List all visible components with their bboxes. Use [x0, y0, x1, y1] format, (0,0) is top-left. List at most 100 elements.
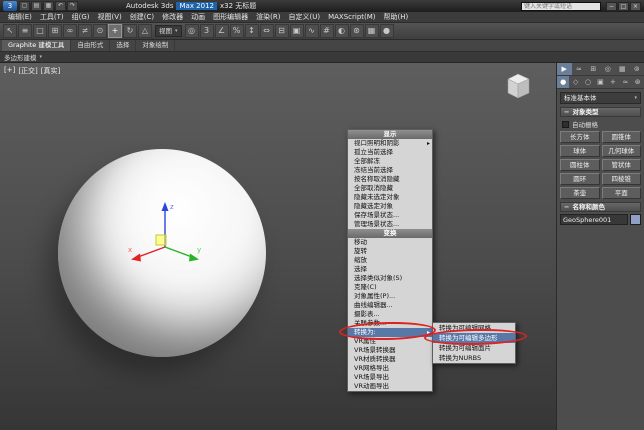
ribbon-tab[interactable]: Graphite 建模工具 [2, 40, 71, 51]
infocenter-search-input[interactable] [521, 2, 601, 11]
select-object-icon[interactable]: ↖ [3, 24, 17, 38]
primitive-button[interactable]: 圆环 [560, 173, 600, 185]
shapes-category-icon[interactable]: ◇ [569, 76, 581, 88]
cameras-category-icon[interactable]: ▣ [594, 76, 606, 88]
hierarchy-tab-icon[interactable]: ⊞ [586, 63, 601, 75]
percent-snap-icon[interactable]: % [230, 24, 244, 38]
context-menu-item[interactable]: 显示 [348, 130, 432, 139]
viewcube[interactable] [501, 70, 535, 104]
mirror-icon[interactable]: ⇔ [260, 24, 274, 38]
use-center-icon[interactable]: ◎ [185, 24, 199, 38]
select-and-move-icon[interactable]: + [108, 24, 122, 38]
context-menu-item[interactable]: 全部解冻 [348, 157, 432, 166]
minimize-button[interactable]: − [606, 2, 617, 11]
convert-to-submenu-item[interactable]: 转换为可编辑面片 [433, 343, 515, 353]
context-menu-item[interactable]: 曲线编辑器... [348, 301, 432, 310]
primitive-button[interactable]: 圆锥体 [602, 131, 642, 143]
primitive-button[interactable]: 管状体 [602, 159, 642, 171]
context-menu-item[interactable]: 冻结当前选择 [348, 166, 432, 175]
bind-to-space-warp-icon[interactable]: ⊙ [93, 24, 107, 38]
primitive-button[interactable]: 长方体 [560, 131, 600, 143]
menu-item[interactable]: 视图(V) [94, 12, 126, 23]
context-menu-item[interactable]: VR场景转换器 [348, 346, 432, 355]
primitive-button[interactable]: 圆柱体 [560, 159, 600, 171]
context-menu-item[interactable]: VR材质转换器 [348, 355, 432, 364]
context-menu-item[interactable]: 全部取消隐藏 [348, 184, 432, 193]
select-and-scale-icon[interactable]: △ [138, 24, 152, 38]
display-tab-icon[interactable]: ▦ [615, 63, 630, 75]
context-menu-item[interactable]: 摄影表... [348, 310, 432, 319]
context-menu-item[interactable]: VR属性 [348, 337, 432, 346]
autogrid-checkbox[interactable] [562, 121, 569, 128]
snap-toggle-icon[interactable]: 3 [200, 24, 214, 38]
utilities-tab-icon[interactable]: ⊚ [630, 63, 644, 75]
new-file-icon[interactable]: ▢ [19, 1, 30, 11]
create-tab-icon[interactable]: ▶ [557, 63, 572, 75]
context-menu-item[interactable]: VR动画导出 [348, 382, 432, 391]
primitive-button[interactable]: 四棱锥 [602, 173, 642, 185]
primitive-type-dropdown[interactable]: 标准基本体 ▾ [560, 92, 641, 104]
rendered-frame-icon[interactable]: ▦ [365, 24, 379, 38]
convert-to-submenu-item[interactable]: 转换为可编辑网格 [433, 323, 515, 333]
ribbon-panel-bar[interactable]: 多边形建模 ▾ [0, 52, 644, 63]
menu-item[interactable]: 图形编辑器 [209, 12, 252, 23]
spinner-snap-icon[interactable]: ↕ [245, 24, 259, 38]
context-menu-item[interactable]: 选择 [348, 265, 432, 274]
layer-manager-icon[interactable]: ▣ [290, 24, 304, 38]
rectangular-selection-region-icon[interactable]: □ [33, 24, 47, 38]
menu-item[interactable]: 编辑(E) [4, 12, 36, 23]
reference-coordinate-dropdown[interactable]: 视图 ▾ [155, 25, 182, 37]
select-and-link-icon[interactable]: ∞ [63, 24, 77, 38]
context-menu-item[interactable]: 旋转 [348, 247, 432, 256]
context-menu-item[interactable]: 选择类似对象(S) [348, 274, 432, 283]
save-file-icon[interactable]: ▦ [43, 1, 54, 11]
menu-item[interactable]: MAXScript(M) [324, 12, 379, 23]
material-editor-icon[interactable]: ◐ [335, 24, 349, 38]
menu-item[interactable]: 渲染(R) [252, 12, 284, 23]
modify-tab-icon[interactable]: ≈ [572, 63, 587, 75]
menu-item[interactable]: 组(G) [68, 12, 94, 23]
geometry-category-icon[interactable]: ● [557, 76, 569, 88]
context-menu-item[interactable]: 隐藏未选定对象 [348, 193, 432, 202]
context-menu-item[interactable]: 克隆(C) [348, 283, 432, 292]
perspective-viewport[interactable]: [+][正交] [真实] z x y [0, 63, 556, 430]
menu-item[interactable]: 帮助(H) [380, 12, 413, 23]
window-crossing-icon[interactable]: ⊞ [48, 24, 62, 38]
viewport-label[interactable]: [真实] [41, 66, 60, 76]
angle-snap-icon[interactable]: ∠ [215, 24, 229, 38]
open-file-icon[interactable]: ▤ [31, 1, 42, 11]
menu-item[interactable]: 修改器 [158, 12, 187, 23]
menu-item[interactable]: 自定义(U) [284, 12, 324, 23]
context-menu-item[interactable]: 视口照明和阴影 [348, 139, 432, 148]
space-warps-category-icon[interactable]: ≈ [619, 76, 631, 88]
menu-item[interactable]: 创建(C) [126, 12, 158, 23]
helpers-category-icon[interactable]: + [607, 76, 619, 88]
context-menu-item[interactable]: 对象属性(P)... [348, 292, 432, 301]
object-name-input[interactable] [560, 214, 628, 225]
menu-item[interactable]: 工具(T) [36, 12, 68, 23]
viewport-label[interactable]: [正交] [18, 66, 37, 76]
object-type-rollout-header[interactable]: − 对象类型 [560, 107, 641, 117]
context-menu-item[interactable]: 孤立当前选择 [348, 148, 432, 157]
context-menu-item[interactable]: 转换为: [348, 328, 432, 337]
motion-tab-icon[interactable]: ◎ [601, 63, 616, 75]
primitive-button[interactable]: 几何球体 [602, 145, 642, 157]
viewport-label[interactable]: [+] [4, 66, 15, 76]
undo-icon[interactable]: ↶ [55, 1, 66, 11]
align-icon[interactable]: ⊟ [275, 24, 289, 38]
render-setup-icon[interactable]: ⊛ [350, 24, 364, 38]
convert-to-submenu-item[interactable]: 转换为NURBS [433, 353, 515, 363]
context-menu-item[interactable]: 变换 [348, 229, 432, 238]
application-menu-button[interactable]: 3 [3, 1, 17, 11]
context-menu-item[interactable]: 管理场景状态... [348, 220, 432, 229]
context-menu-item[interactable]: 缩放 [348, 256, 432, 265]
context-menu-item[interactable]: 关联参数... [348, 319, 432, 328]
transform-gizmo[interactable]: z x y [120, 195, 210, 290]
context-menu-item[interactable]: VR网格导出 [348, 364, 432, 373]
schematic-view-icon[interactable]: # [320, 24, 334, 38]
render-production-icon[interactable]: ● [380, 24, 394, 38]
menu-item[interactable]: 动画 [187, 12, 209, 23]
context-menu-item[interactable]: 隐藏选定对象 [348, 202, 432, 211]
primitive-button[interactable]: 茶壶 [560, 187, 600, 199]
primitive-button[interactable]: 平面 [602, 187, 642, 199]
